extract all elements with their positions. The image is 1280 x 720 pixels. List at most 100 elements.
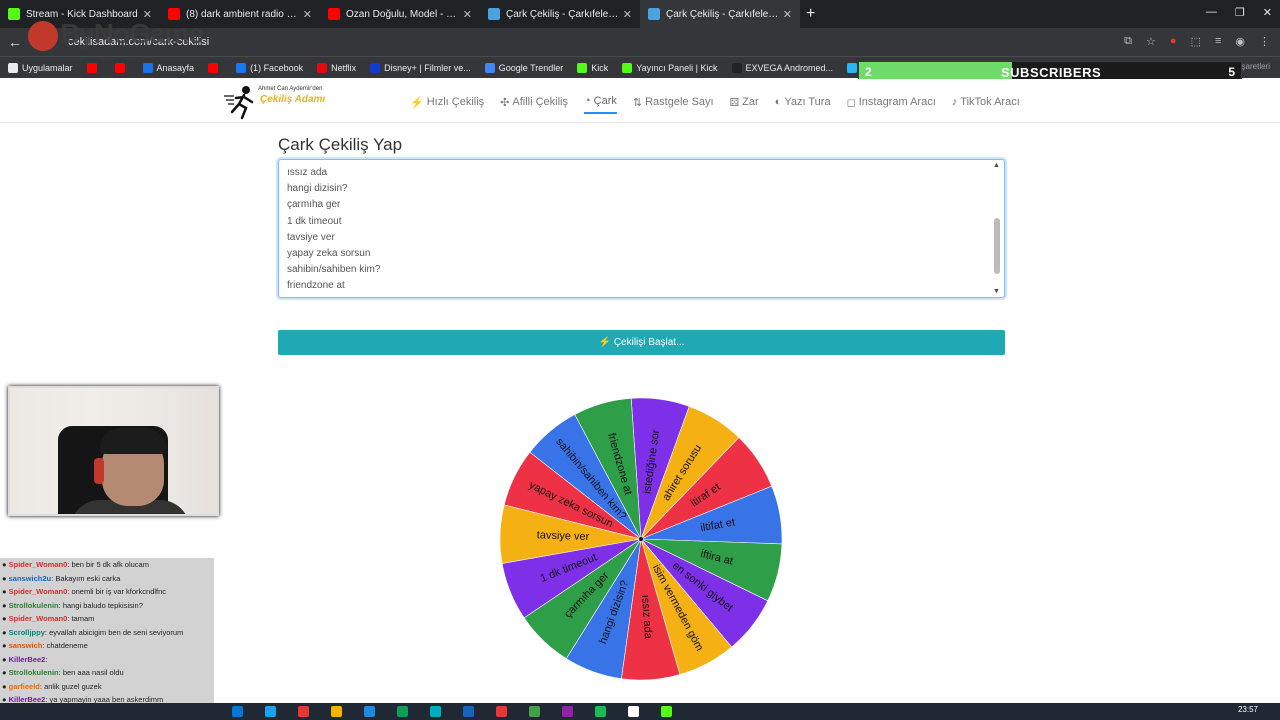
chat-message: ● Spider_Woman0: ben bir 5 dk afk olucam xyxy=(2,558,212,572)
shuffle-icon: ✣ xyxy=(500,96,510,109)
profile-avatar-icon[interactable]: ◉ xyxy=(1235,35,1245,48)
taskbar-app-icon[interactable] xyxy=(463,706,474,717)
taskbar-app-icon[interactable] xyxy=(595,706,606,717)
chat-username: sanswich2u xyxy=(8,573,52,583)
tab-favicon-icon xyxy=(488,8,500,20)
chat-text: onemli bir iş var kforkcndlfnc xyxy=(71,587,167,596)
nav-link[interactable]: ⚡ Hızlı Çekiliş xyxy=(410,95,484,114)
minimize-icon[interactable]: — xyxy=(1206,6,1217,19)
nav-link-label: TikTok Aracı xyxy=(960,96,1020,108)
nav-link-label: Rastgele Sayı xyxy=(645,96,714,108)
prize-wheel[interactable]: istediğine sorahiret sorusuitiraf etilti… xyxy=(498,396,784,682)
chat-message: ● Scrolljppy: eyvallah abicigim ben de s… xyxy=(2,626,212,640)
browser-tab[interactable]: Çark Çekiliş - Çarkıfelek - Hızlı Ç ✕ xyxy=(640,0,800,28)
tab-title: Çark Çekiliş - Çarkıfelek - Hızlı Ç xyxy=(666,8,779,20)
bookmark-item[interactable]: Disney+ | Filmler ve... xyxy=(370,62,471,73)
chat-text: tamam xyxy=(71,614,95,623)
bookmark-item[interactable]: Google Trendler xyxy=(484,62,563,73)
entry-line: ıssız ada xyxy=(287,167,328,178)
bookmark-star-icon[interactable]: ☆ xyxy=(1146,35,1156,48)
nav-link[interactable]: ✣ Afilli Çekiliş xyxy=(500,95,568,114)
bookmark-item[interactable]: Anasayfa xyxy=(142,62,194,73)
bookmark-favicon-icon xyxy=(731,62,742,73)
chat-badge-icon: ● xyxy=(2,668,9,677)
taskbar-app-icon[interactable] xyxy=(430,706,441,717)
site-logo[interactable]: Ahmet Can Aydemir'den Çekiliş Adamı xyxy=(224,84,328,120)
tab-close-icon[interactable]: ✕ xyxy=(303,8,312,21)
install-app-icon[interactable]: ⧉ xyxy=(1124,35,1132,48)
chat-username: Scrolljppy xyxy=(8,627,45,637)
webcam-person-hair xyxy=(100,428,166,454)
start-draw-label: Çekilişi Başlat... xyxy=(613,337,685,348)
bookmark-item[interactable] xyxy=(208,62,222,73)
chat-message: ● sanswich2u: Bakayım eski carka xyxy=(2,572,212,586)
media-control-icon[interactable]: ≡ xyxy=(1215,35,1221,48)
close-window-icon[interactable]: ✕ xyxy=(1263,6,1272,19)
taskbar-app-icon[interactable] xyxy=(529,706,540,717)
chat-username: Spider_Woman0 xyxy=(8,560,68,569)
nav-link[interactable]: ◐ Yazı Tura xyxy=(775,95,831,114)
taskbar-app-icon[interactable] xyxy=(331,706,342,717)
nav-link[interactable]: ♪ TikTok Aracı xyxy=(952,95,1020,114)
bookmark-item[interactable]: Netflix xyxy=(317,62,356,73)
tab-close-icon[interactable]: ✕ xyxy=(623,8,632,21)
chat-separator: : xyxy=(45,654,48,664)
bolt-icon: ⚡ xyxy=(598,337,612,348)
taskbar-app-icon[interactable] xyxy=(364,706,375,717)
bookmark-label: Kick xyxy=(591,62,609,73)
nav-link-label: Yazı Tura xyxy=(784,96,831,108)
nav-link[interactable]: ⇅ Rastgele Sayı xyxy=(633,95,714,114)
chat-badge-icon: ● xyxy=(2,573,9,583)
taskbar-app-icon[interactable] xyxy=(265,706,276,717)
browser-tab[interactable]: Ozan Doğulu, Model - Dağılma ✕ xyxy=(320,0,480,28)
chat-message: ● Spider_Woman0: tamam xyxy=(2,612,212,626)
bookmark-favicon-icon xyxy=(484,62,495,73)
chat-text: ben aaa nasil oldu xyxy=(62,668,124,677)
logo-title: Çekiliş Adamı xyxy=(260,94,326,105)
taskbar-app-icon[interactable] xyxy=(397,706,408,717)
scroll-down-icon[interactable]: ▼ xyxy=(993,288,1000,295)
chat-text: eyvallah abicigim ben de seni seviyorum xyxy=(49,627,184,637)
entries-textarea[interactable]: ıssız ada hangi dizisin? çarmıha ger 1 dk t… xyxy=(278,159,1005,298)
nav-link[interactable]: ◻ Instagram Aracı xyxy=(847,95,936,114)
textarea-scrollbar[interactable]: ▲ ▼ xyxy=(992,160,1002,297)
tab-favicon-icon xyxy=(8,8,20,20)
taskbar-app-icon[interactable] xyxy=(298,706,309,717)
subscriber-current: 2 xyxy=(865,65,872,79)
scroll-thumb[interactable] xyxy=(994,218,1000,274)
chat-message: ● KillerBee2: xyxy=(2,653,212,667)
bookmark-item[interactable]: EXVEGA Andromed... xyxy=(731,62,833,73)
taskbar-app-icon[interactable] xyxy=(496,706,507,717)
extensions-icon[interactable]: ⬚ xyxy=(1191,35,1201,48)
watermark-logo-icon xyxy=(28,20,58,51)
bookmark-item[interactable]: Kick xyxy=(577,62,609,73)
bookmark-favicon-icon xyxy=(142,62,153,73)
new-tab-button[interactable]: + xyxy=(806,5,815,23)
bookmark-item[interactable]: Yayıncı Paneli | Kick xyxy=(622,62,718,73)
taskbar-app-icon[interactable] xyxy=(562,706,573,717)
bookmark-item[interactable]: (1) Facebook xyxy=(236,62,303,73)
entry-line: friendzone at xyxy=(287,280,345,292)
browser-tab[interactable]: Çark Çekiliş - Çarkıfelek - Hızlı Ç ✕ xyxy=(480,0,640,28)
taskbar-app-icon[interactable] xyxy=(232,706,243,717)
scroll-up-icon[interactable]: ▲ xyxy=(993,162,1000,169)
restore-icon[interactable]: ❐ xyxy=(1235,6,1245,19)
browser-menu-icon[interactable]: ⋮ xyxy=(1259,35,1270,48)
extension-red-icon[interactable]: ● xyxy=(1170,35,1177,48)
taskbar-app-icon[interactable] xyxy=(661,706,672,717)
bookmark-label: Disney+ | Filmler ve... xyxy=(384,62,471,73)
nav-link[interactable]: ⚄ Zar xyxy=(730,95,759,114)
bookmark-item[interactable] xyxy=(86,62,101,73)
bookmark-item[interactable]: Uygulamalar xyxy=(8,62,73,73)
tab-close-icon[interactable]: ✕ xyxy=(783,8,792,21)
bookmark-label: Uygulamalar xyxy=(22,62,73,73)
webcam-overlay xyxy=(8,386,219,516)
taskbar-app-icon[interactable] xyxy=(628,706,639,717)
bookmark-favicon-icon xyxy=(847,62,858,73)
tab-close-icon[interactable]: ✕ xyxy=(463,8,472,21)
start-draw-button[interactable]: ⚡ Çekilişi Başlat... xyxy=(278,330,1005,355)
coin-icon: ◐ xyxy=(774,96,782,108)
bookmark-item[interactable] xyxy=(114,62,129,73)
back-arrow-icon[interactable]: ← xyxy=(8,34,22,50)
nav-link[interactable]: ◔ Çark xyxy=(584,95,617,114)
